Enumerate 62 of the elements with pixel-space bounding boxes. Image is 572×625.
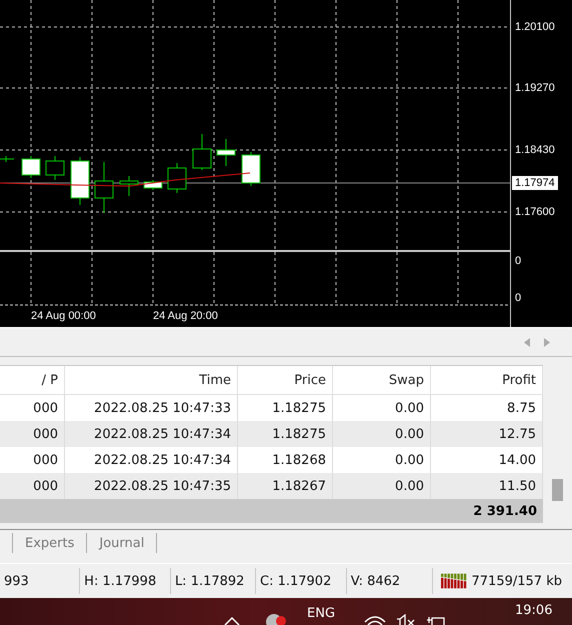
price-axis-label: 1.17600 <box>515 205 555 219</box>
indicator-axis-label: 0 <box>515 291 522 305</box>
traffic-value: 77159/157 kb <box>470 572 563 590</box>
table-cell: 1.18267 <box>238 473 333 499</box>
tab[interactable]: Journal <box>86 533 158 553</box>
indicator-axis-label: 0 <box>515 254 522 268</box>
table-cell: 0.00 <box>333 473 431 499</box>
candlestick <box>70 156 90 206</box>
table-cell: 2022.08.25 10:47:35 <box>65 473 238 499</box>
wifi-icon[interactable] <box>364 614 386 625</box>
table-cell: 0.00 <box>333 421 431 447</box>
price-axis-label: 1.18430 <box>515 143 555 157</box>
table-cell: 8.75 <box>431 395 543 421</box>
table-cell: 1.18275 <box>238 421 333 447</box>
time-axis-label: 24 Aug 20:00 <box>153 309 218 323</box>
column-header[interactable]: Profit <box>431 366 543 395</box>
table-cell: 2022.08.25 10:47:34 <box>65 421 238 447</box>
table-cell: 12.75 <box>431 421 543 447</box>
battery-charging-icon[interactable] <box>426 614 446 625</box>
table-cell: 0.00 <box>333 447 431 473</box>
table-cell: 1.18275 <box>238 395 333 421</box>
status-value: 993 <box>0 568 80 594</box>
column-header[interactable]: / P <box>0 366 65 395</box>
current-price-label: 1.17974 <box>512 176 558 190</box>
candlestick <box>216 138 236 166</box>
column-header[interactable]: Price <box>238 366 333 395</box>
time-axis-label: 24 Aug 00:00 <box>31 309 96 323</box>
table-cell: 2022.08.25 10:47:34 <box>65 447 238 473</box>
candlestick <box>144 180 162 190</box>
table-cell: 11.50 <box>431 473 543 499</box>
status-value: C: 1.17902 <box>256 568 347 594</box>
status-value: L: 1.17892 <box>170 568 256 594</box>
table-cell: 000 <box>0 395 65 421</box>
candlestick <box>168 162 186 194</box>
status-value: V: 8462 <box>346 568 434 594</box>
price-axis-label: 1.19270 <box>515 81 555 95</box>
scrollbar-thumb[interactable] <box>552 479 563 501</box>
table-cell: 000 <box>0 473 65 499</box>
candlestick <box>0 156 14 162</box>
table-cell: 1.18268 <box>238 447 333 473</box>
candlestick <box>120 176 138 196</box>
candlestick <box>192 134 212 170</box>
total-profit: 2 391.40 <box>473 504 537 518</box>
candlestick <box>94 162 114 214</box>
muted-speaker-icon[interactable] <box>396 614 416 625</box>
column-header[interactable]: Swap <box>333 366 431 395</box>
tab[interactable]: Experts <box>12 533 86 553</box>
price-axis-label: 1.20100 <box>515 20 555 34</box>
connection-bars-icon <box>441 572 468 590</box>
table-cell: 000 <box>0 421 65 447</box>
table-cell: 000 <box>0 447 65 473</box>
language-indicator[interactable]: ENG <box>307 606 336 621</box>
chevron-up-icon[interactable] <box>224 616 240 625</box>
column-header[interactable]: Time <box>65 366 238 395</box>
clock[interactable]: 19:06 <box>515 603 552 618</box>
table-cell: 2022.08.25 10:47:33 <box>65 395 238 421</box>
candlestick <box>242 152 260 186</box>
status-value: H: 1.17998 <box>80 568 171 594</box>
table-cell: 0.00 <box>333 395 431 421</box>
candlestick <box>22 156 40 178</box>
candlestick <box>46 156 64 180</box>
table-cell: 14.00 <box>431 447 543 473</box>
